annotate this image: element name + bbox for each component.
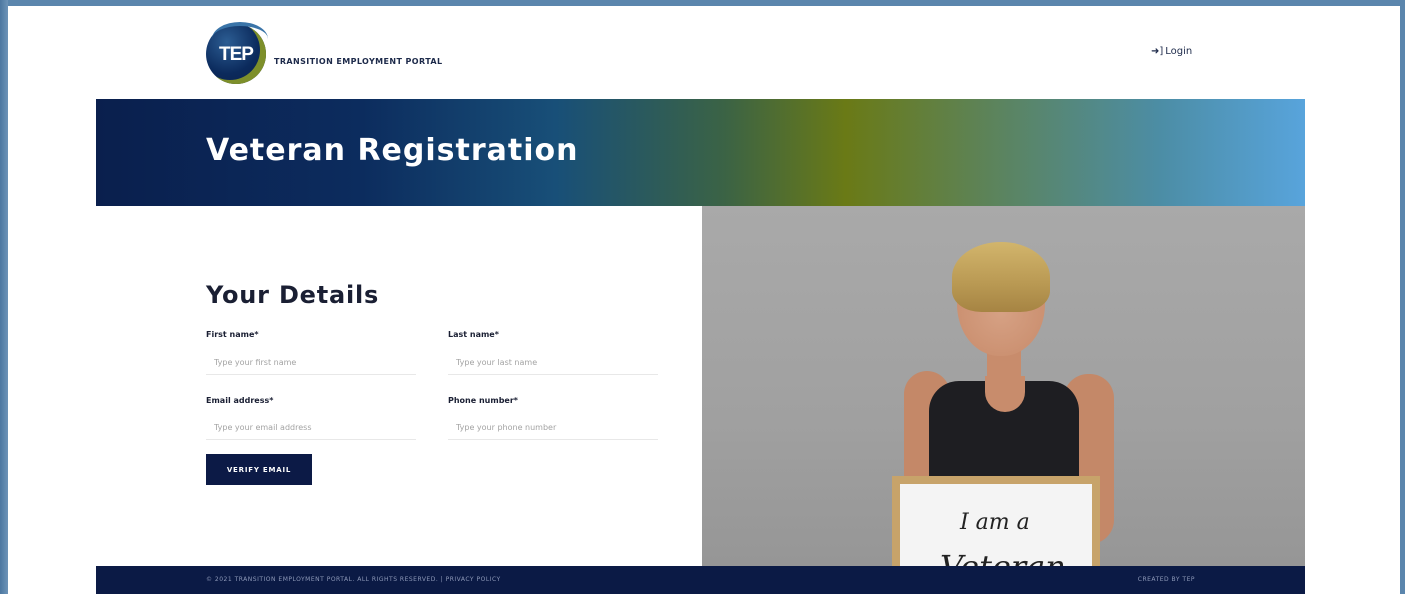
email-input[interactable] bbox=[206, 416, 416, 440]
section-title: Your Details bbox=[206, 281, 380, 309]
sign-board: I am a Veteran bbox=[892, 476, 1100, 566]
person-hair bbox=[952, 242, 1050, 312]
page-background-edge bbox=[0, 0, 8, 594]
login-label: Login bbox=[1165, 46, 1193, 57]
page-title: Veteran Registration bbox=[206, 133, 579, 168]
phone-label: Phone number* bbox=[448, 396, 518, 405]
footer-copyright[interactable]: © 2021 TRANSITION EMPLOYMENT PORTAL. ALL… bbox=[206, 576, 501, 583]
verify-email-button[interactable]: VERIFY EMAIL bbox=[206, 454, 312, 485]
email-label: Email address* bbox=[206, 396, 274, 405]
last-name-label: Last name* bbox=[448, 330, 499, 339]
sign-text-line2: Veteran bbox=[940, 548, 1066, 566]
first-name-input[interactable] bbox=[206, 351, 416, 375]
veteran-photo: I am a Veteran bbox=[702, 206, 1305, 566]
login-icon: ➜] bbox=[1151, 46, 1164, 57]
site-name: TRANSITION EMPLOYMENT PORTAL bbox=[274, 57, 443, 66]
page-background-edge-right bbox=[1400, 0, 1405, 594]
sign-paper: I am a Veteran bbox=[900, 484, 1092, 566]
login-link[interactable]: ➜] Login bbox=[1151, 46, 1192, 57]
sign-text-line1: I am a bbox=[960, 510, 1030, 535]
phone-input[interactable] bbox=[448, 416, 658, 440]
registration-form: Your Details First name* Last name* Emai… bbox=[96, 206, 702, 566]
site-footer: © 2021 TRANSITION EMPLOYMENT PORTAL. ALL… bbox=[96, 566, 1305, 594]
page-frame: TEP TRANSITION EMPLOYMENT PORTAL ➜] Logi… bbox=[8, 6, 1400, 594]
last-name-input[interactable] bbox=[448, 351, 658, 375]
logo-text: TEP bbox=[219, 44, 254, 65]
site-header: TEP TRANSITION EMPLOYMENT PORTAL ➜] Logi… bbox=[8, 6, 1400, 100]
page-banner: Veteran Registration bbox=[96, 99, 1305, 206]
footer-credit[interactable]: CREATED BY TEP bbox=[1138, 576, 1195, 583]
first-name-label: First name* bbox=[206, 330, 259, 339]
